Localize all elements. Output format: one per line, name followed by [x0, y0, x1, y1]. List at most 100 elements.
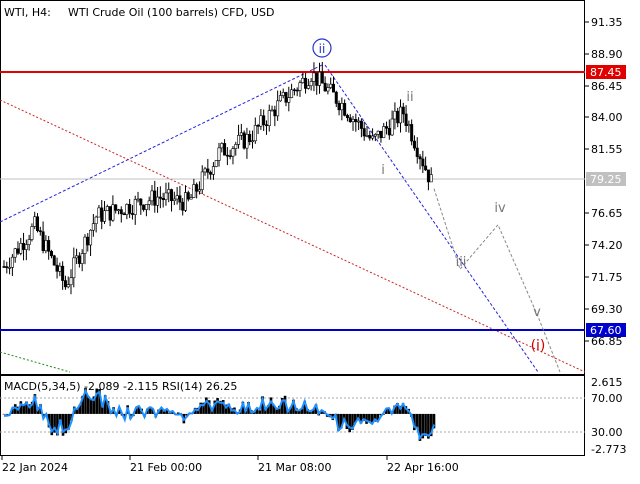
- indicator-axis: 2.615 70.00 30.00 -2.773: [591, 376, 626, 456]
- price-tick: 91.35: [591, 16, 623, 29]
- candle-body: [382, 126, 386, 139]
- candle-body: [376, 130, 380, 135]
- macd-bar: [5, 413, 9, 415]
- candle-body: [334, 91, 338, 104]
- candle-body: [192, 184, 196, 198]
- macd-bar: [424, 413, 427, 436]
- resistance-price-value: 87.45: [590, 66, 622, 79]
- wave-label-iii: iii: [456, 255, 467, 270]
- candle-body: [167, 189, 171, 194]
- candle-body: [331, 83, 335, 93]
- time-tick: 21 Feb 00:00: [130, 461, 202, 474]
- candle-body: [264, 124, 268, 127]
- candle-body: [5, 266, 9, 269]
- time-tick: 21 Mar 08:00: [258, 461, 331, 474]
- indicator-label: MACD(5,34,5) -2.089 -2.115 RSI(14) 26.25: [4, 380, 237, 393]
- wave-label-ii-major: ii: [319, 42, 326, 56]
- candle-body: [47, 240, 51, 252]
- price-tick: 71.75: [591, 271, 623, 284]
- candle-body: [248, 134, 252, 142]
- candle-body: [203, 168, 207, 173]
- candle-body: [214, 160, 218, 167]
- candle-body: [116, 209, 120, 211]
- candle-body: [186, 192, 190, 200]
- candle-body: [41, 231, 45, 251]
- candle-body: [354, 119, 358, 123]
- candle-body: [407, 124, 411, 126]
- candle-body: [125, 204, 129, 215]
- candle-body: [142, 204, 146, 210]
- price-tick: 69.30: [591, 303, 623, 316]
- candle-body: [52, 255, 56, 266]
- candle-body: [197, 189, 201, 192]
- candle-body: [323, 82, 327, 92]
- indicator-tick: 2.615: [591, 376, 623, 389]
- time-tick: 22 Apr 16:00: [387, 461, 459, 474]
- macd-bar: [2, 413, 6, 415]
- candle-body: [404, 113, 408, 126]
- candle-body: [387, 127, 391, 136]
- wave-channel-line: [324, 64, 539, 373]
- candle-body: [158, 196, 162, 199]
- price-candles: [2, 61, 433, 295]
- chart-canvas[interactable]: WTI, H4: WTI Crude Oil (100 barrels) CFD…: [0, 0, 640, 480]
- chart-window[interactable]: WTI, H4: WTI Crude Oil (100 barrels) CFD…: [0, 0, 640, 480]
- candle-body: [83, 236, 87, 254]
- main-chart-frame: [0, 0, 585, 375]
- macd-bar: [297, 411, 301, 414]
- candle-body: [58, 265, 62, 272]
- candle-body: [429, 174, 433, 183]
- support-price-value: 67.60: [590, 324, 622, 337]
- candle-body: [393, 110, 397, 120]
- candle-body: [357, 120, 361, 123]
- candle-body: [234, 144, 238, 149]
- candle-body: [242, 132, 246, 149]
- wave-label-v: v: [533, 305, 541, 320]
- candle-body: [362, 128, 366, 137]
- candle-body: [348, 117, 352, 123]
- candle-body: [172, 198, 176, 202]
- candle-body: [181, 201, 185, 211]
- candle-body: [206, 168, 210, 173]
- wave-label-i: i: [381, 163, 385, 178]
- candle-body: [256, 125, 260, 127]
- candle-body: [368, 135, 372, 139]
- candle-body: [164, 192, 168, 200]
- candle-body: [251, 140, 255, 143]
- candle-body: [16, 248, 20, 254]
- candle-body: [119, 209, 123, 215]
- candle-body: [103, 210, 107, 222]
- candle-body: [318, 71, 322, 86]
- candle-body: [161, 198, 165, 200]
- candle-body: [8, 267, 12, 269]
- candle-body: [304, 77, 308, 89]
- candle-body: [385, 126, 389, 129]
- candle-body: [220, 143, 224, 149]
- candle-body: [175, 195, 179, 200]
- candle-body: [281, 92, 285, 96]
- candle-body: [398, 106, 402, 124]
- candle-body: [301, 77, 305, 83]
- candle-body: [237, 135, 241, 145]
- candle-body: [315, 72, 319, 86]
- candle-body: [189, 197, 193, 200]
- candle-body: [122, 213, 126, 216]
- candle-body: [228, 155, 232, 157]
- candle-body: [178, 195, 182, 203]
- candle-body: [267, 110, 271, 126]
- candle-body: [61, 265, 65, 281]
- candle-body: [19, 243, 23, 254]
- candle-body: [298, 82, 302, 91]
- price-tick: 84.00: [591, 111, 623, 124]
- candle-body: [10, 256, 14, 268]
- candle-body: [278, 95, 282, 102]
- candle-body: [253, 125, 257, 142]
- candle-body: [371, 135, 375, 139]
- wave-label-ii: ii: [406, 90, 413, 105]
- candle-body: [326, 87, 330, 92]
- candle-body: [337, 103, 341, 111]
- candle-body: [89, 229, 93, 246]
- candle-body: [33, 216, 37, 227]
- candle-body: [295, 89, 299, 92]
- candle-body: [133, 199, 137, 215]
